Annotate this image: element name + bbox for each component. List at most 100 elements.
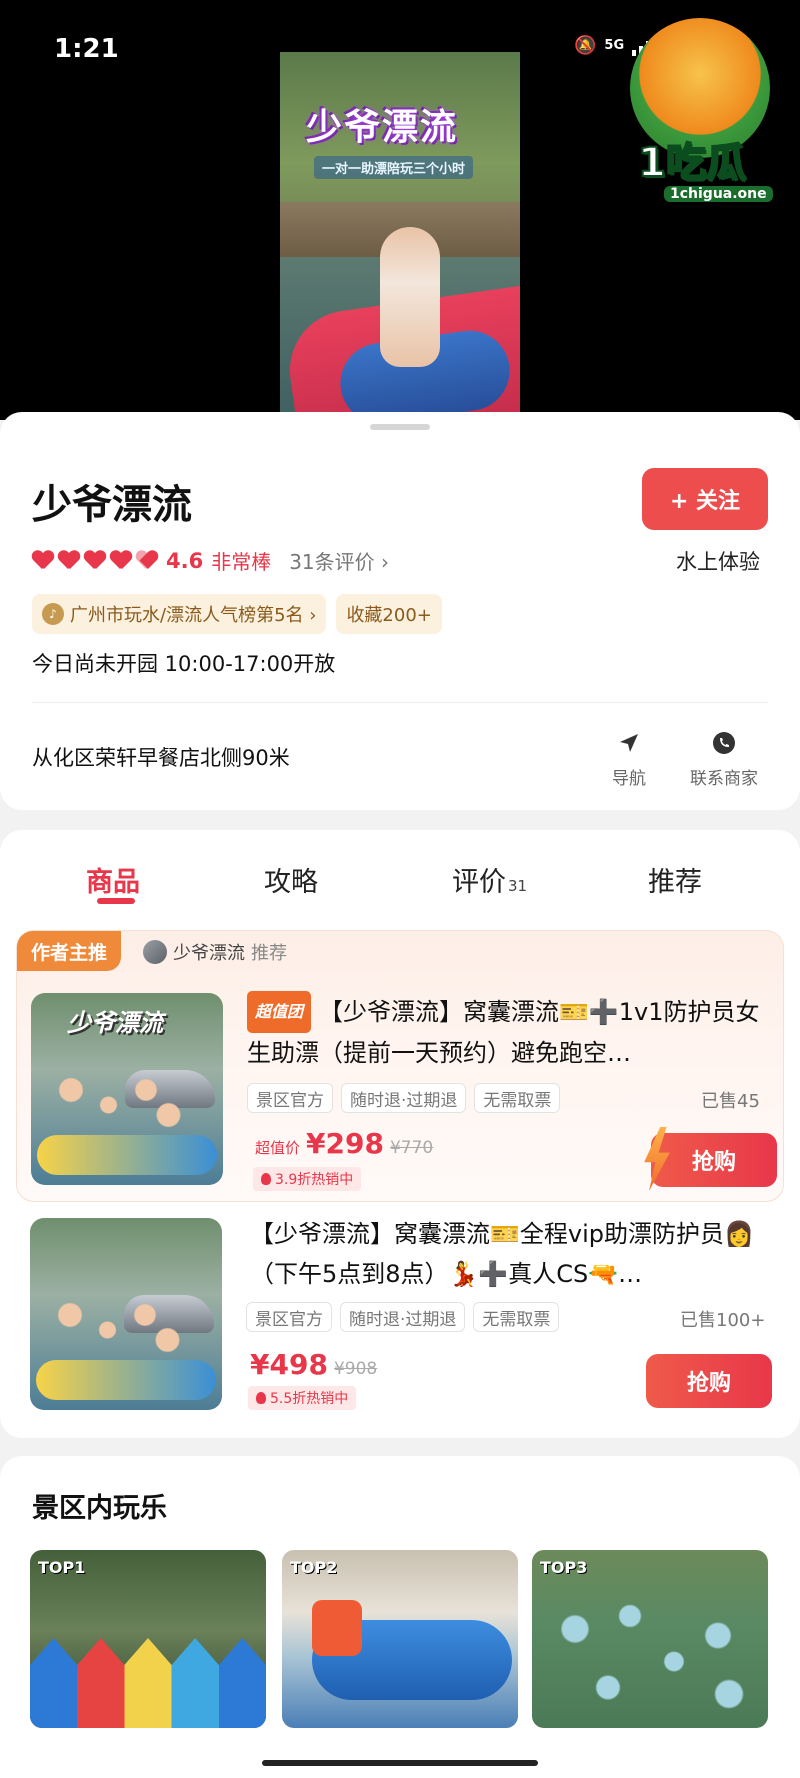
price-row: 超值价 ¥298 ¥770: [255, 1127, 433, 1160]
barrels-shape: [542, 1590, 762, 1720]
value-deal-badge: 超值团: [247, 991, 312, 1033]
heart-icon: [58, 551, 80, 571]
rank-tag: TOP3: [540, 1558, 588, 1577]
product-title-text: 【少爷漂流】窝囊漂流🎫➕1v1防护员女生助漂（提前一天预约）避免跑空…: [247, 998, 760, 1067]
video-header: 1:21 🔕 5G 少爷漂流 一对一助漂陪玩三个小时 1吃瓜 1chigua.o…: [0, 0, 800, 422]
avatar: [143, 940, 167, 964]
rating-label: 非常棒: [211, 550, 272, 574]
contact-merchant-button[interactable]: 联系商家: [690, 730, 758, 789]
heart-icon: [32, 551, 54, 571]
products-card: 商品 攻略 评价 31 推荐 作者主推 少爷漂流 推荐 少爷漂流 超值团 【少爷漂流…: [0, 830, 800, 1438]
video-title: 少爷漂流: [306, 107, 459, 148]
opening-hours: 今日尚未开园 10:00-17:00开放: [32, 652, 336, 676]
status-time: 1:21: [54, 34, 119, 64]
navigation-arrow-icon: [616, 730, 642, 756]
activity-card-top3[interactable]: TOP3: [532, 1550, 768, 1728]
discount-text: 5.5折热销中: [270, 1391, 349, 1407]
contact-label: 联系商家: [690, 769, 758, 789]
discount-tag: 3.9折热销中: [253, 1167, 362, 1191]
discount-tag: 5.5折热销中: [248, 1386, 357, 1410]
recommender-suffix: 推荐: [251, 943, 287, 964]
float-shape: [36, 1360, 216, 1400]
product-image[interactable]: [30, 1218, 222, 1410]
tab-guides[interactable]: 攻略: [264, 860, 318, 899]
rating-score: 4.6: [166, 548, 204, 573]
tab-reviews[interactable]: 评价 31: [452, 860, 527, 899]
review-count-link[interactable]: 31条评价 ›: [289, 546, 389, 575]
navigate-button[interactable]: 导航: [612, 730, 646, 789]
shop-info-card: 少爷漂流 + 关注 4.6 非常棒 31条评价 › 水上体验 ♪ 广州市玩水/漂…: [0, 412, 800, 810]
shop-category: 水上体验: [676, 550, 760, 574]
half-heart-icon: [136, 551, 158, 571]
network-label: 5G: [604, 37, 625, 53]
original-price: ¥908: [333, 1359, 378, 1379]
sold-count: 已售45: [701, 1091, 760, 1112]
price-label: 超值价: [255, 1139, 301, 1157]
shop-address: 从化区荣轩早餐店北侧90米: [32, 746, 290, 770]
home-indicator[interactable]: [262, 1760, 538, 1766]
fire-icon: [256, 1392, 266, 1404]
chip-no-ticket: 无需取票: [473, 1302, 560, 1332]
activity-card-top1[interactable]: TOP1: [30, 1550, 266, 1728]
product-title[interactable]: 超值团 【少爷漂流】窝囊漂流🎫➕1v1防护员女生助漂（提前一天预约）避免跑空…: [247, 991, 777, 1071]
tents-shape: [30, 1638, 266, 1728]
review-tab-count: 31: [508, 877, 528, 895]
video-player[interactable]: 少爷漂流 一对一助漂陪玩三个小时: [280, 52, 520, 422]
rating-row[interactable]: 4.6 非常棒 31条评价 ›: [32, 546, 389, 575]
section-title: 景区内玩乐: [32, 1493, 167, 1524]
buy-button[interactable]: 抢购: [644, 1127, 777, 1191]
shop-name: 少爷漂流: [32, 482, 192, 528]
mute-icon: 🔕: [574, 34, 597, 56]
buy-label: 抢购: [691, 1150, 736, 1175]
tiktok-icon: ♪: [42, 603, 64, 625]
discount-text: 3.9折热销中: [275, 1172, 354, 1188]
activity-card-top2[interactable]: TOP2: [282, 1550, 518, 1728]
product-chips: 景区官方 随时退·过期退 无需取票: [246, 1302, 560, 1332]
chip-official: 景区官方: [247, 1083, 333, 1113]
chip-refund: 随时退·过期退: [341, 1083, 467, 1113]
navigate-label: 导航: [612, 769, 646, 789]
recommender: 少爷漂流 推荐: [143, 939, 287, 965]
drag-handle[interactable]: [370, 424, 430, 430]
sold-count: 已售100+: [680, 1310, 766, 1331]
product-chips: 景区官方 随时退·过期退 无需取票: [247, 1083, 561, 1113]
price-row: ¥498 ¥908: [250, 1348, 377, 1381]
product-image[interactable]: 少爷漂流: [31, 993, 223, 1185]
rating-hearts: [32, 551, 158, 571]
chip-no-ticket: 无需取票: [474, 1083, 561, 1113]
life-vest-shape: [312, 1600, 362, 1656]
tab-recommend[interactable]: 推荐: [648, 860, 702, 899]
fire-icon: [261, 1173, 271, 1185]
recommender-name: 少爷漂流: [173, 943, 245, 964]
active-tab-indicator: [97, 898, 135, 904]
watermark-logo: 1吃瓜 1chigua.one: [630, 18, 780, 202]
ranking-tag[interactable]: ♪ 广州市玩水/漂流人气榜第5名 ›: [32, 594, 327, 634]
scenic-activities-card: 景区内玩乐 TOP1 TOP2 TOP3: [0, 1456, 800, 1778]
divider: [32, 702, 768, 703]
shop-tags: ♪ 广州市玩水/漂流人气榜第5名 › 收藏200+: [32, 594, 442, 634]
heart-icon: [84, 551, 106, 571]
chip-official: 景区官方: [246, 1302, 332, 1332]
watermark-brand: 1吃瓜: [637, 139, 747, 187]
chip-refund: 随时退·过期退: [340, 1302, 466, 1332]
favorites-tag: 收藏200+: [336, 594, 442, 634]
featured-product-card[interactable]: 作者主推 少爷漂流 推荐 少爷漂流 超值团 【少爷漂流】窝囊漂流🎫➕1v1防护员女…: [16, 930, 784, 1202]
phone-icon: [711, 730, 737, 756]
heart-icon: [110, 551, 132, 571]
ranking-tag-text: 广州市玩水/漂流人气榜第5名 ›: [70, 605, 317, 626]
original-price: ¥770: [389, 1138, 434, 1158]
product-image-title: 少爷漂流: [67, 1009, 163, 1037]
float-shape: [37, 1135, 217, 1175]
buy-button[interactable]: 抢购: [646, 1354, 772, 1408]
lightning-icon: [644, 1127, 670, 1191]
tab-products[interactable]: 商品: [86, 860, 140, 899]
price-value: ¥498: [250, 1348, 328, 1381]
follow-button[interactable]: + 关注: [642, 468, 768, 530]
video-subtitle: 一对一助漂陪玩三个小时: [314, 156, 474, 179]
buy-label: 抢购: [686, 1371, 731, 1396]
video-scene-person: [380, 227, 440, 367]
product-title[interactable]: 【少爷漂流】窝囊漂流🎫全程vip助漂防护员👩（下午5点到8点）💃➕真人CS🔫…: [250, 1214, 770, 1294]
author-pick-badge: 作者主推: [17, 931, 122, 971]
watermark-url: 1chigua.one: [664, 186, 773, 202]
price-value: ¥298: [306, 1127, 384, 1160]
